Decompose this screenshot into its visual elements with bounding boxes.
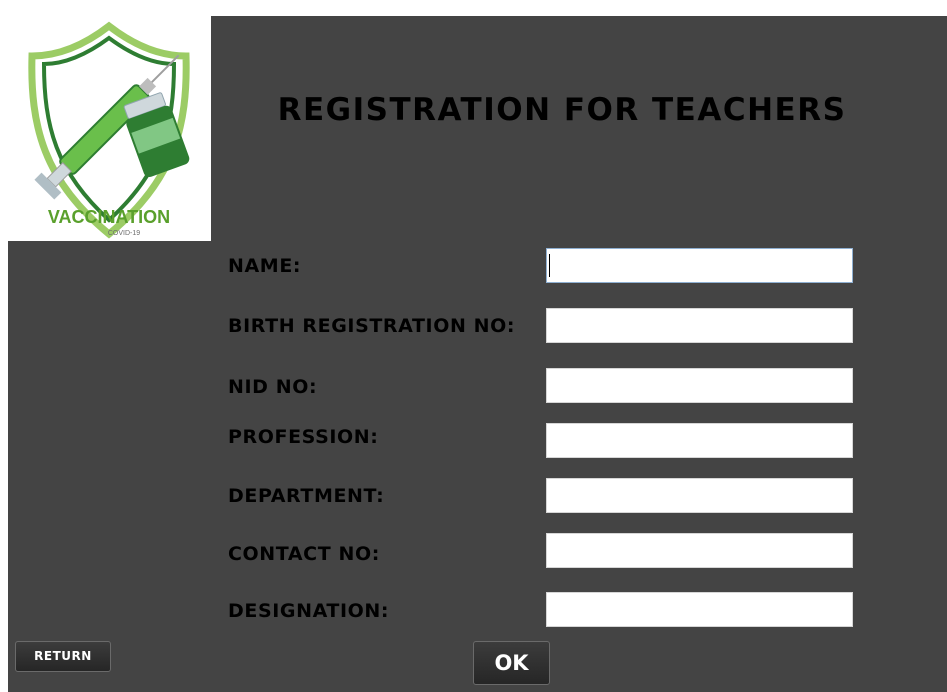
birth-registration-field[interactable]	[546, 308, 853, 343]
text-caret	[549, 254, 550, 277]
department-field[interactable]	[546, 478, 853, 513]
logo-wordmark: VACCINATION	[48, 207, 170, 227]
name-label: NAME:	[228, 255, 302, 277]
department-label: DEPARTMENT:	[228, 485, 385, 507]
page-title: REGISTRATION FOR TEACHERS	[277, 92, 847, 128]
name-field[interactable]	[546, 248, 853, 283]
nid-field[interactable]	[546, 368, 853, 403]
vaccination-logo: VACCINATION COVID-19	[8, 16, 211, 241]
contact-field[interactable]	[546, 533, 853, 568]
profession-field[interactable]	[546, 423, 853, 458]
birth-registration-label: BIRTH REGISTRATION NO:	[228, 315, 516, 337]
ok-button[interactable]: OK	[473, 641, 550, 685]
designation-field[interactable]	[546, 592, 853, 627]
profession-label: PROFESSION:	[228, 426, 379, 448]
designation-label: DESIGNATION:	[228, 600, 390, 622]
logo-subtext: COVID-19	[108, 230, 140, 237]
nid-label: NID NO:	[228, 376, 318, 398]
return-button[interactable]: RETURN	[15, 641, 111, 672]
contact-label: CONTACT NO:	[228, 543, 380, 565]
